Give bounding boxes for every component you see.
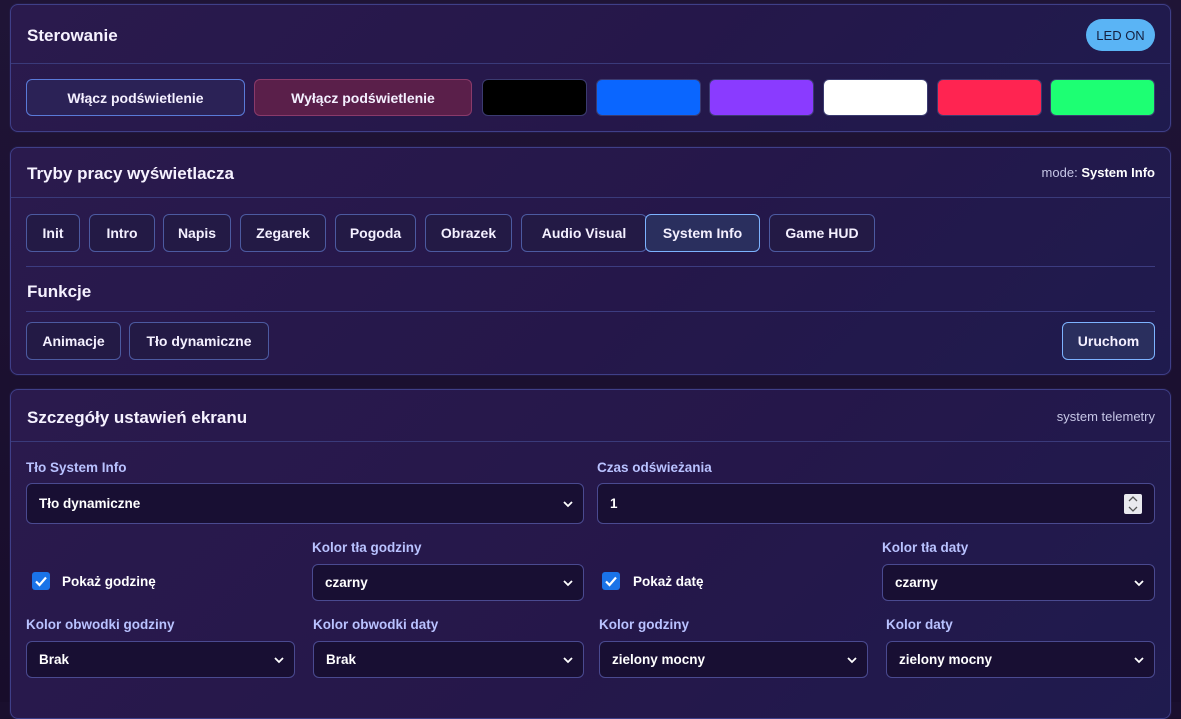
modes-divider — [26, 266, 1155, 267]
hour-bg-label: Kolor tła godziny — [312, 540, 422, 555]
tab-zegarek[interactable]: Zegarek — [240, 214, 326, 252]
mode-value: System Info — [1081, 165, 1155, 180]
tab-pogoda[interactable]: Pogoda — [335, 214, 416, 252]
chevron-down-icon — [563, 656, 573, 663]
bg-label: Tło System Info — [26, 460, 127, 475]
tab-obrazek[interactable]: Obrazek — [425, 214, 512, 252]
functions-title: Funkcje — [27, 282, 92, 301]
tab-audio-visual[interactable]: Audio Visual — [521, 214, 647, 252]
show-hour-checkbox[interactable] — [32, 572, 50, 590]
function-animations-button[interactable]: Animacje — [26, 322, 121, 360]
color-swatch-green[interactable] — [1050, 79, 1155, 116]
bg-select[interactable]: Tło dynamiczne — [26, 483, 584, 524]
modes-header: Tryby pracy wyświetlacza mode: System In… — [11, 148, 1170, 198]
details-title: Szczegóły ustawień ekranu — [27, 408, 248, 427]
tab-intro[interactable]: Intro — [89, 214, 155, 252]
date-outline-value: Brak — [326, 652, 357, 667]
hour-color-value: zielony mocny — [612, 652, 706, 667]
color-swatch-black[interactable] — [482, 79, 587, 116]
date-color-label: Kolor daty — [886, 617, 953, 632]
hour-bg-select[interactable]: czarny — [312, 564, 584, 601]
tab-napis[interactable]: Napis — [163, 214, 231, 252]
led-status-badge: LED ON — [1086, 19, 1155, 51]
hour-outline-value: Brak — [39, 652, 70, 667]
show-date-label: Pokaż datę — [633, 574, 704, 589]
color-swatch-purple[interactable] — [709, 79, 814, 116]
check-icon — [35, 576, 47, 587]
date-outline-select[interactable]: Brak — [313, 641, 584, 678]
hour-outline-label: Kolor obwodki godziny — [26, 617, 175, 632]
modes-title: Tryby pracy wyświetlacza — [27, 164, 234, 183]
hour-outline-select[interactable]: Brak — [26, 641, 295, 678]
spin-up-icon[interactable] — [1124, 494, 1142, 504]
number-spinner[interactable] — [1124, 494, 1142, 514]
chevron-down-icon — [847, 656, 857, 663]
details-panel: Szczegóły ustawień ekranu system telemet… — [10, 389, 1171, 719]
run-button[interactable]: Uruchom — [1062, 322, 1155, 360]
date-color-select[interactable]: zielony mocny — [886, 641, 1155, 678]
tab-system-info[interactable]: System Info — [645, 214, 760, 252]
check-icon — [605, 576, 617, 587]
led-on-button[interactable]: Włącz podświetlenie — [26, 79, 245, 116]
hour-bg-value: czarny — [325, 575, 368, 590]
mode-indicator: mode: System Info — [1042, 165, 1155, 180]
refresh-input[interactable]: 1 — [597, 483, 1155, 524]
tab-game-hud[interactable]: Game HUD — [769, 214, 875, 252]
color-swatch-blue[interactable] — [596, 79, 701, 116]
bg-select-value: Tło dynamiczne — [39, 496, 141, 511]
chevron-down-icon — [1134, 656, 1144, 663]
date-color-value: zielony mocny — [899, 652, 993, 667]
details-header: Szczegóły ustawień ekranu system telemet… — [11, 390, 1170, 442]
chevron-down-icon — [563, 579, 573, 586]
control-header: Sterowanie LED ON — [11, 5, 1170, 64]
refresh-label: Czas odświeżania — [597, 460, 712, 475]
chevron-down-icon — [274, 656, 284, 663]
color-swatch-white[interactable] — [823, 79, 928, 116]
function-dynamic-bg-button[interactable]: Tło dynamiczne — [129, 322, 269, 360]
date-bg-label: Kolor tła daty — [882, 540, 969, 555]
details-subtitle: system telemetry — [1056, 409, 1155, 424]
refresh-input-value: 1 — [610, 496, 618, 511]
date-outline-label: Kolor obwodki daty — [313, 617, 439, 632]
modes-panel: Tryby pracy wyświetlacza mode: System In… — [10, 147, 1171, 375]
functions-divider — [26, 311, 1155, 312]
date-bg-select[interactable]: czarny — [882, 564, 1155, 601]
hour-color-select[interactable]: zielony mocny — [599, 641, 868, 678]
hour-color-label: Kolor godziny — [599, 617, 689, 632]
control-title: Sterowanie — [27, 26, 118, 45]
tab-init[interactable]: Init — [26, 214, 80, 252]
color-swatch-red[interactable] — [937, 79, 1042, 116]
date-bg-value: czarny — [895, 575, 938, 590]
mode-prefix: mode: — [1041, 165, 1078, 180]
control-panel: Sterowanie LED ON Włącz podświetlenie Wy… — [10, 4, 1171, 132]
show-date-checkbox[interactable] — [602, 572, 620, 590]
chevron-down-icon — [1134, 579, 1144, 586]
show-hour-label: Pokaż godzinę — [62, 574, 156, 589]
chevron-down-icon — [563, 500, 573, 507]
led-off-button[interactable]: Wyłącz podświetlenie — [254, 79, 472, 116]
spin-down-icon[interactable] — [1124, 504, 1142, 514]
